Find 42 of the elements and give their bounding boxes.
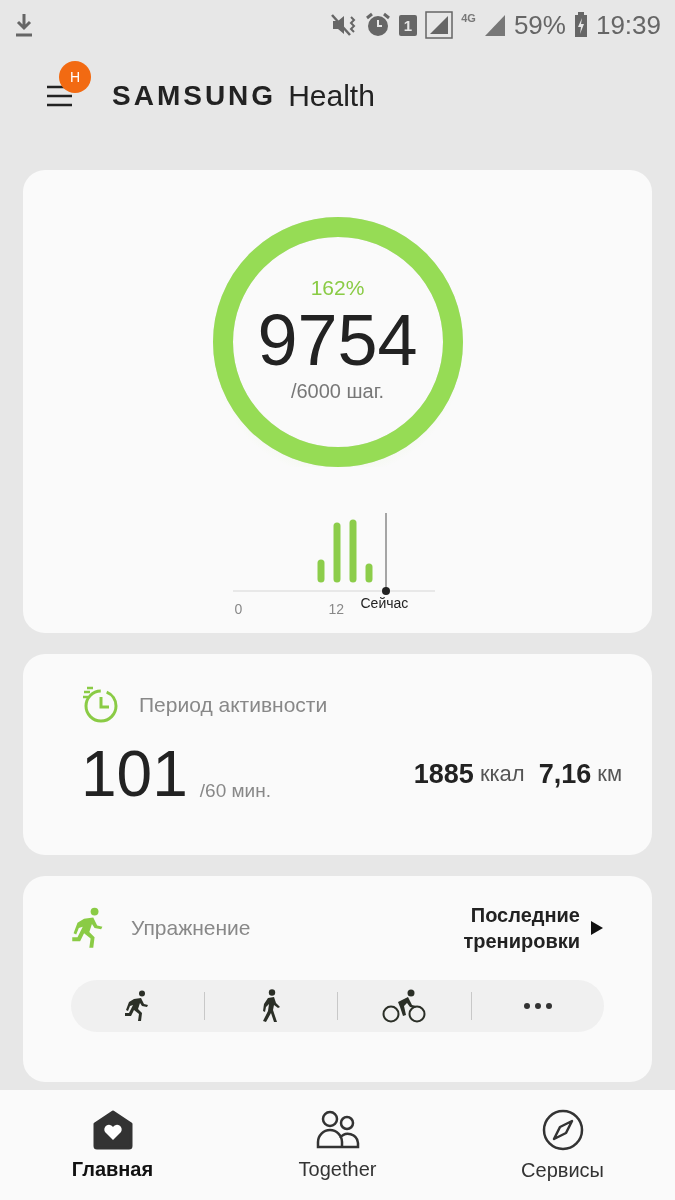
steps-card[interactable]: 162% 9754 /6000 шаг. 0 12 Сейчас: [23, 170, 652, 633]
mute-vibrate-icon: [330, 13, 357, 37]
battery-charging-icon: [573, 12, 588, 38]
notification-badge: H: [59, 61, 91, 93]
timer-icon: [81, 686, 119, 724]
compass-icon: [541, 1108, 584, 1151]
battery-percent: 59%: [513, 9, 566, 41]
goal-percent: 162%: [310, 275, 365, 300]
distance-unit: км: [597, 761, 622, 787]
signal-icon: [483, 13, 506, 37]
axis-label: 0: [234, 601, 243, 617]
running-icon: [71, 907, 105, 949]
calories-unit: ккал: [479, 761, 525, 787]
walking-icon: [260, 989, 281, 1023]
home-icon: [92, 1109, 133, 1150]
alarm-icon: [364, 12, 391, 38]
minutes-goal: /60 мин.: [199, 780, 271, 802]
app-title: Health: [288, 79, 375, 113]
download-icon: [14, 13, 34, 37]
calories-value: 1885: [413, 758, 474, 790]
play-triangle-icon: [590, 920, 604, 936]
cycling-icon: [382, 989, 427, 1023]
signal-icon: [425, 11, 454, 39]
nav-tab[interactable]: Сервисы: [450, 1090, 675, 1200]
recent-workouts-link[interactable]: Последние тренировки: [450, 902, 604, 954]
more-icon: [522, 1002, 553, 1010]
people-icon: [315, 1109, 360, 1150]
sim-badge: 1: [398, 14, 418, 36]
card-title: Период активности: [139, 693, 328, 717]
activity-card[interactable]: Период активности 101 /60 мин. 1885 ккал 7,16 км: [23, 654, 652, 855]
nav-tab[interactable]: Главная: [0, 1090, 225, 1200]
brand-logo: SAMSUNG: [112, 80, 277, 112]
active-minutes: 101: [81, 742, 188, 806]
now-label: Сейчас: [360, 595, 409, 611]
nav-tab[interactable]: Together: [225, 1090, 450, 1200]
distance-value: 7,16: [538, 758, 592, 790]
network-label: 4G: [461, 12, 476, 24]
step-goal: /6000 шаг.: [290, 379, 385, 403]
step-count: 9754: [257, 303, 418, 376]
axis-label: 12: [328, 601, 345, 617]
card-title: Упражнение: [131, 916, 251, 940]
clock-time: 19:39: [595, 9, 661, 41]
